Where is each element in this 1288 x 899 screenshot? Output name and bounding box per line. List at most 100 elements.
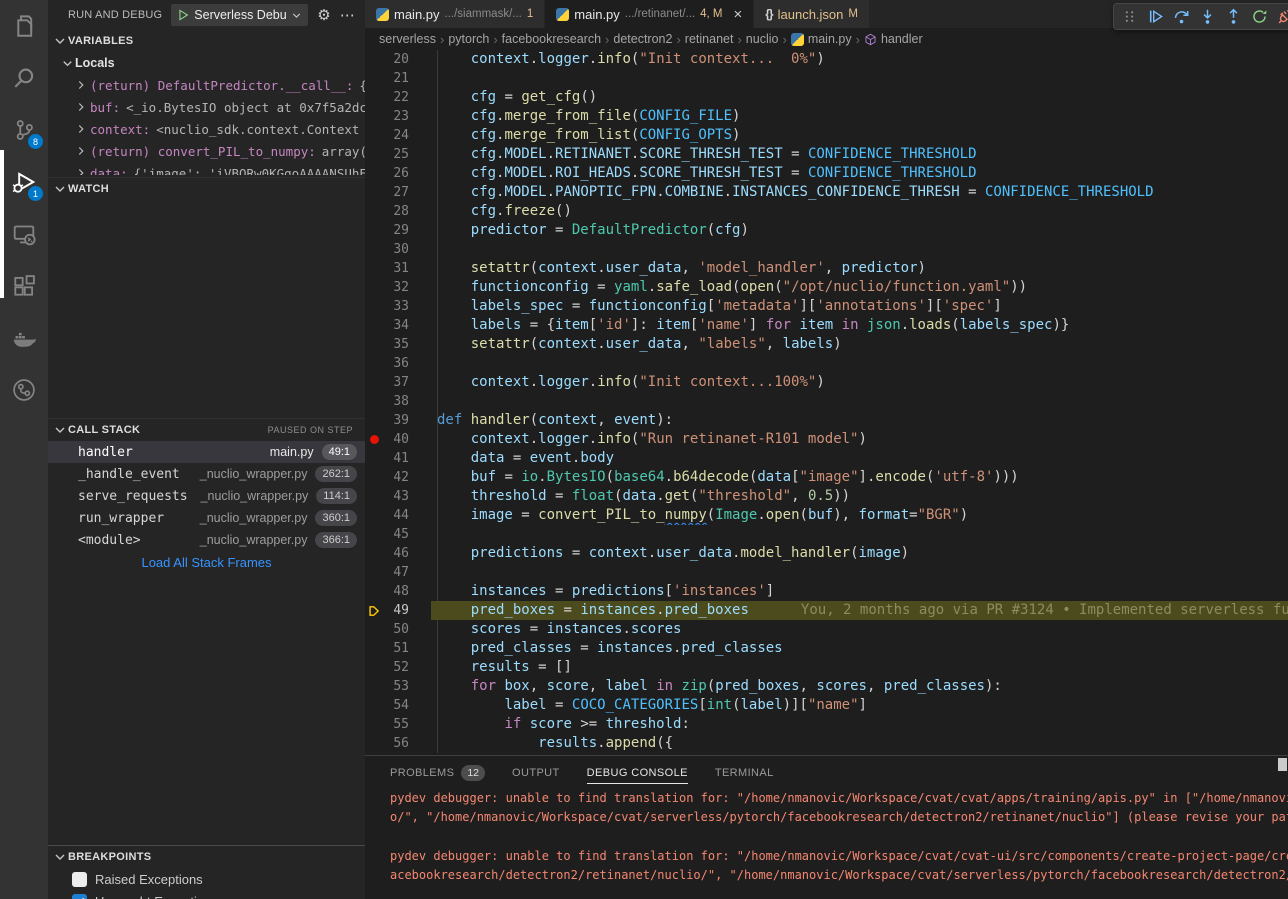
console-line: pydev debugger: unable to find translati… — [390, 847, 1288, 866]
breakpoint-gutter[interactable] — [365, 145, 383, 164]
editor-tab[interactable]: {}launch.jsonM — [754, 0, 870, 28]
continue-button[interactable] — [1143, 5, 1167, 29]
breakpoint-gutter[interactable] — [365, 50, 383, 69]
step-out-button[interactable] — [1221, 5, 1245, 29]
step-into-button[interactable] — [1195, 5, 1219, 29]
breakpoint-gutter[interactable] — [365, 582, 383, 601]
disconnect-button[interactable] — [1273, 5, 1288, 29]
breakpoint-gutter[interactable] — [365, 639, 383, 658]
breakpoint-gutter[interactable] — [365, 487, 383, 506]
stack-frame-row[interactable]: run_wrapper_nuclio_wrapper.py360:1 — [48, 507, 365, 529]
variable-row[interactable]: data:{'image': 'iVBORw0KGgoAAAANSUhE… — [48, 162, 365, 175]
breakpoint-gutter[interactable] — [365, 601, 383, 620]
breakpoint-gutter[interactable] — [365, 373, 383, 392]
variable-row[interactable]: (return) DefaultPredictor.__call__:{'ins… — [48, 74, 365, 96]
code-editor[interactable]: 20 context.logger.info("Init context... … — [365, 50, 1288, 755]
breadcrumb-item[interactable]: pytorch — [448, 32, 489, 46]
close-icon[interactable]: × — [734, 7, 743, 22]
panel-tab-terminal[interactable]: TERMINAL — [715, 756, 774, 789]
gear-icon[interactable]: ⚙ — [317, 8, 330, 23]
launch-config-dropdown[interactable]: Serverless Debu — [171, 4, 308, 26]
activity-debug[interactable]: 1 — [0, 156, 48, 208]
breakpoint-gutter[interactable] — [365, 696, 383, 715]
variables-section-header[interactable]: VARIABLES — [48, 30, 365, 52]
code-line-content: labels = {item['id']: item['name'] for i… — [431, 316, 1288, 335]
breakpoint-gutter[interactable] — [365, 202, 383, 221]
breakpoint-gutter[interactable] — [365, 164, 383, 183]
breakpoint-gutter[interactable] — [365, 183, 383, 202]
activity-search[interactable] — [0, 52, 48, 104]
breakpoint-gutter[interactable] — [365, 88, 383, 107]
more-actions-icon[interactable]: ⋯ — [340, 8, 355, 23]
panel-tab-problems[interactable]: PROBLEMS12 — [390, 756, 485, 789]
breakpoint-gutter[interactable] — [365, 240, 383, 259]
breakpoint-gutter[interactable] — [365, 563, 383, 582]
breakpoint-gutter[interactable] — [365, 734, 383, 753]
activity-source-control[interactable]: 8 — [0, 104, 48, 156]
breadcrumb-item[interactable]: detectron2 — [613, 32, 672, 46]
breakpoint-gutter[interactable] — [365, 278, 383, 297]
breakpoints-section-header[interactable]: BREAKPOINTS — [48, 846, 365, 868]
breadcrumb-item[interactable]: retinanet — [685, 32, 734, 46]
breakpoint-gutter[interactable] — [365, 259, 383, 278]
breakpoint-gutter[interactable] — [365, 316, 383, 335]
breakpoint-gutter[interactable] — [365, 411, 383, 430]
breakpoint-row: Raised Exceptions — [48, 868, 365, 890]
breakpoint-gutter[interactable] — [365, 107, 383, 126]
breakpoint-gutter[interactable] — [365, 430, 383, 449]
panel-tab-output[interactable]: OUTPUT — [512, 756, 560, 789]
breakpoint-gutter[interactable] — [365, 335, 383, 354]
variable-row[interactable]: (return) convert_PIL_to_numpy:array([[[ … — [48, 140, 365, 162]
activity-git-graph[interactable] — [0, 364, 48, 416]
stack-frame-row[interactable]: <module>_nuclio_wrapper.py366:1 — [48, 529, 365, 551]
breakpoint-gutter[interactable] — [365, 468, 383, 487]
code-token: = — [521, 621, 546, 637]
variables-scope-locals[interactable]: Locals — [48, 52, 365, 74]
variable-row[interactable]: buf:<_io.BytesIO object at 0x7f5a2dc1ecc… — [48, 96, 365, 118]
panel-scrollbar-thumb[interactable] — [1278, 758, 1287, 771]
breakpoint-gutter[interactable] — [365, 69, 383, 88]
breakpoint-gutter[interactable] — [365, 525, 383, 544]
breakpoints-section: BREAKPOINTS Raised ExceptionsUncaught Ex… — [48, 845, 365, 899]
breakpoint-gutter[interactable] — [365, 544, 383, 563]
breakpoint-gutter[interactable] — [365, 392, 383, 411]
variable-row[interactable]: context:<nuclio_sdk.context.Context obje… — [48, 118, 365, 140]
activity-extensions[interactable] — [0, 260, 48, 312]
variables-title: VARIABLES — [68, 35, 133, 47]
load-all-stack-frames-link[interactable]: Load All Stack Frames — [48, 551, 365, 573]
restart-button[interactable] — [1247, 5, 1271, 29]
panel-tab-debug-console[interactable]: DEBUG CONSOLE — [587, 756, 688, 789]
activity-docker[interactable] — [0, 312, 48, 364]
breakpoint-gutter[interactable] — [365, 658, 383, 677]
stack-frame-row[interactable]: handlermain.py49:1 — [48, 441, 365, 463]
watch-section-header[interactable]: WATCH — [48, 178, 365, 200]
breadcrumb-item[interactable]: main.py — [791, 32, 852, 46]
breadcrumb-item[interactable]: nuclio — [746, 32, 779, 46]
breadcrumb-item[interactable]: handler — [864, 32, 923, 46]
editor-tab[interactable]: main.py.../retinanet/...4, M× — [545, 0, 754, 28]
activity-files[interactable] — [0, 0, 48, 52]
breakpoint-gutter[interactable] — [365, 506, 383, 525]
stack-frame-row[interactable]: _handle_event_nuclio_wrapper.py262:1 — [48, 463, 365, 485]
breakpoint-checkbox[interactable] — [72, 872, 87, 887]
editor-tab[interactable]: main.py.../siammask/...1 — [365, 0, 545, 28]
stack-frame-row[interactable]: serve_requests_nuclio_wrapper.py114:1 — [48, 485, 365, 507]
breakpoint-checkbox[interactable] — [72, 894, 87, 899]
code-token: 'model_handler' — [698, 260, 824, 276]
step-over-button[interactable] — [1169, 5, 1193, 29]
code-token: ( — [530, 412, 538, 428]
breakpoint-gutter[interactable] — [365, 126, 383, 145]
activity-remote-explorer[interactable] — [0, 208, 48, 260]
line-number: 30 — [383, 240, 409, 259]
breakpoint-gutter[interactable] — [365, 715, 383, 734]
breakpoint-gutter[interactable] — [365, 221, 383, 240]
breakpoint-gutter[interactable] — [365, 354, 383, 373]
breadcrumb-item[interactable]: serverless — [379, 32, 436, 46]
breadcrumb-item[interactable]: facebookresearch — [502, 32, 601, 46]
breakpoint-gutter[interactable] — [365, 677, 383, 696]
breakpoint-gutter[interactable] — [365, 620, 383, 639]
breakpoint-gutter[interactable] — [365, 297, 383, 316]
call-stack-section-header[interactable]: CALL STACK PAUSED ON STEP — [48, 419, 365, 441]
breakpoint-gutter[interactable] — [365, 449, 383, 468]
code-token: for — [766, 317, 791, 333]
